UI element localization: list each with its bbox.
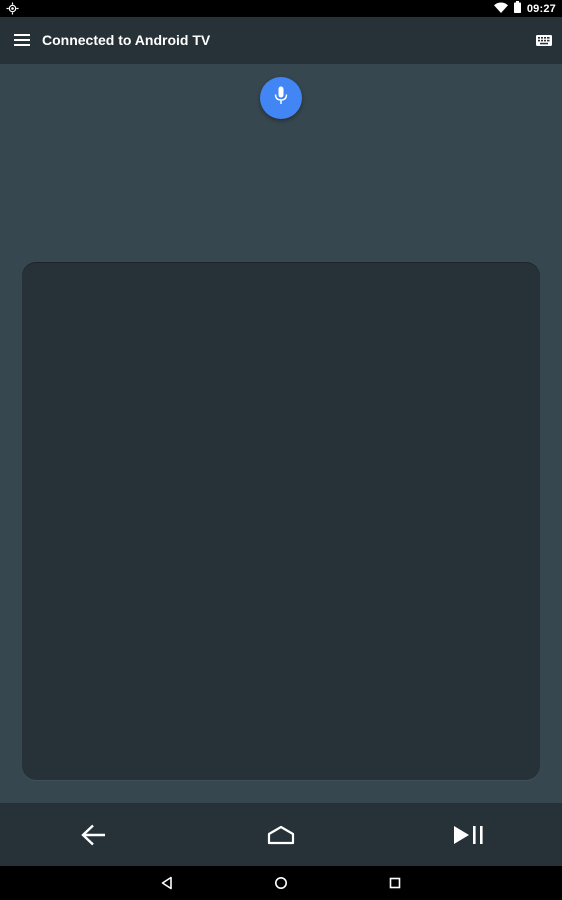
voice-search-button[interactable]: [260, 77, 302, 119]
nav-home-icon[interactable]: [272, 874, 290, 892]
home-icon[interactable]: [265, 819, 297, 851]
clock: 09:27: [526, 2, 556, 15]
battery-icon: [513, 0, 521, 18]
play-pause-icon[interactable]: [451, 819, 487, 851]
app-toolbar: Connected to Android TV: [0, 17, 562, 64]
microphone-icon: [274, 86, 288, 111]
remote-controls-bar: [0, 803, 562, 866]
gps-icon: [6, 2, 19, 15]
system-navigation-bar: [0, 866, 562, 900]
back-arrow-icon[interactable]: [78, 819, 110, 851]
status-indicators: 09:27: [493, 0, 556, 18]
keyboard-icon[interactable]: [535, 31, 553, 49]
nav-recents-icon[interactable]: [386, 874, 404, 892]
status-bar: 09:27: [0, 0, 562, 17]
nav-back-icon[interactable]: [158, 874, 176, 892]
page-title: Connected to Android TV: [42, 32, 211, 48]
menu-icon[interactable]: [11, 29, 33, 51]
touchpad-area[interactable]: [22, 262, 540, 780]
wifi-icon: [493, 0, 508, 18]
